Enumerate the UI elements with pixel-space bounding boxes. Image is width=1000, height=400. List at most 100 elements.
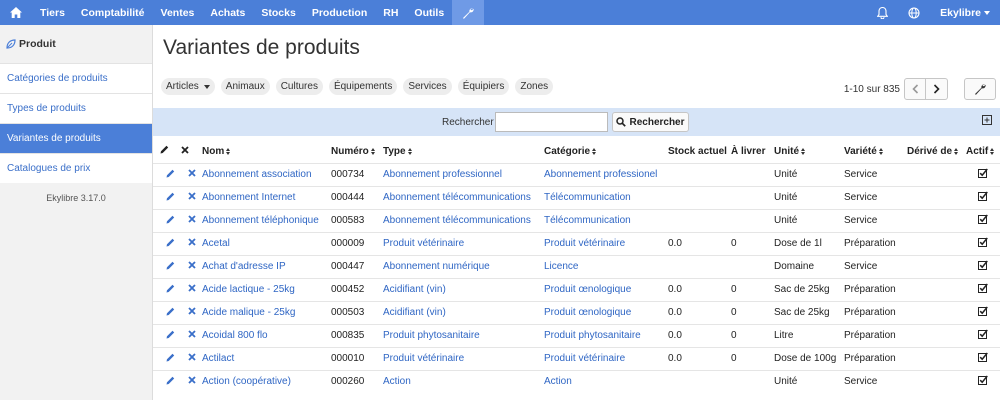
variant-name-link[interactable]: Abonnement association (202, 162, 331, 186)
filter-services[interactable]: Services (403, 78, 452, 95)
variant-name-link[interactable]: Acetal (202, 231, 331, 255)
variant-type-link[interactable]: Produit phytosanitaire (383, 323, 544, 347)
delete-button[interactable] (181, 369, 202, 393)
variant-type-link[interactable]: Abonnement professionnel (383, 162, 544, 186)
variant-type-link[interactable]: Abonnement télécommunications (383, 185, 544, 209)
variant-name-link[interactable]: Acoidal 800 flo (202, 323, 331, 347)
variant-category-link[interactable]: Produit vétérinaire (544, 346, 668, 370)
delete-button[interactable] (181, 254, 202, 278)
variant-category-link[interactable]: Abonnement professionel (544, 162, 668, 186)
variant-name-link[interactable]: Action (coopérative) (202, 369, 331, 393)
column-header-nom[interactable]: Nom (202, 140, 331, 163)
nav-comptabilite[interactable]: Comptabilité (73, 0, 153, 25)
edit-button[interactable] (160, 231, 181, 255)
nav-achats[interactable]: Achats (202, 0, 253, 25)
delete-button[interactable] (181, 323, 202, 347)
variant-type-link[interactable]: Produit vétérinaire (383, 346, 544, 370)
column-header-type[interactable]: Type (383, 140, 544, 163)
table-row[interactable]: Acide malique - 25kg 000503 Acidifiant (vi… (153, 300, 1000, 324)
filter-cultures[interactable]: Cultures (275, 78, 323, 95)
filter-articles[interactable]: Articles (161, 78, 215, 95)
variant-type-link[interactable]: Acidifiant (vin) (383, 300, 544, 324)
nav-production[interactable]: Production (304, 0, 375, 25)
nav-settings-wrench[interactable] (452, 0, 485, 25)
edit-button[interactable] (160, 323, 181, 347)
table-row[interactable]: Abonnement téléphonique 000583 Abonnement … (153, 208, 1000, 232)
search-input[interactable] (495, 112, 608, 132)
variant-category-link[interactable]: Produit œnologique (544, 277, 668, 301)
variant-name-link[interactable]: Actilact (202, 346, 331, 370)
notifications-bell[interactable] (867, 0, 898, 25)
variant-name-link[interactable]: Acide malique - 25kg (202, 300, 331, 324)
sidebar-item-variantes[interactable]: Variantes de produits (0, 123, 152, 153)
user-menu[interactable]: Ekylibre (930, 0, 1000, 25)
table-row[interactable]: Actilact 000010 Produit vétérinaire Produit… (153, 346, 1000, 370)
variant-category-link[interactable]: Produit phytosanitaire (544, 323, 668, 347)
column-header-unite[interactable]: Unité (774, 140, 844, 163)
column-header-derive[interactable]: Dérivé de (907, 140, 966, 163)
variant-category-link[interactable]: Télécommunication (544, 208, 668, 232)
variant-category-link[interactable]: Action (544, 369, 668, 393)
variant-name-link[interactable]: Acide lactique - 25kg (202, 277, 331, 301)
edit-button[interactable] (160, 254, 181, 278)
filter-zones[interactable]: Zones (515, 78, 554, 95)
sidebar-item-categories[interactable]: Catégories de produits (0, 63, 152, 93)
table-row[interactable]: Action (coopérative) 000260 Action Action Un… (153, 369, 1000, 393)
nav-ventes[interactable]: Ventes (153, 0, 203, 25)
delete-button[interactable] (181, 162, 202, 186)
nav-tiers[interactable]: Tiers (32, 0, 73, 25)
variant-type-link[interactable]: Abonnement télécommunications (383, 208, 544, 232)
table-row[interactable]: Abonnement association 000734 Abonnement p… (153, 162, 1000, 186)
delete-button[interactable] (181, 208, 202, 232)
table-row[interactable]: Achat d'adresse IP 000447 Abonnement numér… (153, 254, 1000, 278)
language-globe[interactable] (898, 0, 930, 25)
nav-rh[interactable]: RH (375, 0, 406, 25)
edit-button[interactable] (160, 369, 181, 393)
column-header-actif[interactable]: Actif (966, 140, 1000, 163)
delete-button[interactable] (181, 185, 202, 209)
column-header-categorie[interactable]: Catégorie (544, 140, 668, 163)
variant-type-link[interactable]: Abonnement numérique (383, 254, 544, 278)
table-row[interactable]: Acide lactique - 25kg 000452 Acidifiant (v… (153, 277, 1000, 301)
filter-animaux[interactable]: Animaux (220, 78, 270, 95)
previous-page-button[interactable] (904, 78, 926, 100)
variant-type-link[interactable]: Acidifiant (vin) (383, 277, 544, 301)
edit-button[interactable] (160, 208, 181, 232)
column-header-livrer[interactable]: À livrer (731, 140, 774, 163)
variant-name-link[interactable]: Abonnement Internet (202, 185, 331, 209)
edit-button[interactable] (160, 185, 181, 209)
variant-category-link[interactable]: Produit œnologique (544, 300, 668, 324)
edit-button[interactable] (160, 277, 181, 301)
variant-name-link[interactable]: Achat d'adresse IP (202, 254, 331, 278)
column-header-variete[interactable]: Variété (844, 140, 907, 163)
delete-button[interactable] (181, 277, 202, 301)
delete-button[interactable] (181, 300, 202, 324)
sidebar-item-types[interactable]: Types de produits (0, 93, 152, 123)
column-header-stock[interactable]: Stock actuel (668, 140, 731, 163)
nav-stocks[interactable]: Stocks (253, 0, 303, 25)
variant-category-link[interactable]: Produit vétérinaire (544, 231, 668, 255)
sidebar-item-catalogues[interactable]: Catalogues de prix (0, 153, 152, 183)
table-row[interactable]: Abonnement Internet 000444 Abonnement télé… (153, 185, 1000, 209)
table-row[interactable]: Acetal 000009 Produit vétérinaire Produit v… (153, 231, 1000, 255)
edit-button[interactable] (160, 300, 181, 324)
variant-type-link[interactable]: Action (383, 369, 544, 393)
variant-type-link[interactable]: Produit vétérinaire (383, 231, 544, 255)
variant-category-link[interactable]: Licence (544, 254, 668, 278)
expand-search-button[interactable] (982, 115, 992, 128)
edit-button[interactable] (160, 162, 181, 186)
delete-button[interactable] (181, 231, 202, 255)
search-button[interactable]: Rechercher (612, 112, 689, 132)
filter-equipiers[interactable]: Équipiers (457, 78, 510, 95)
table-row[interactable]: Acoidal 800 flo 000835 Produit phytosanita… (153, 323, 1000, 347)
list-settings-button[interactable] (964, 78, 996, 100)
home-icon[interactable] (0, 0, 32, 25)
edit-button[interactable] (160, 346, 181, 370)
variant-category-link[interactable]: Télécommunication (544, 185, 668, 209)
delete-button[interactable] (181, 346, 202, 370)
nav-outils[interactable]: Outils (406, 0, 452, 25)
variant-name-link[interactable]: Abonnement téléphonique (202, 208, 331, 232)
next-page-button[interactable] (926, 78, 948, 100)
column-header-numero[interactable]: Numéro (331, 140, 383, 163)
filter-equipements[interactable]: Équipements (328, 78, 398, 95)
